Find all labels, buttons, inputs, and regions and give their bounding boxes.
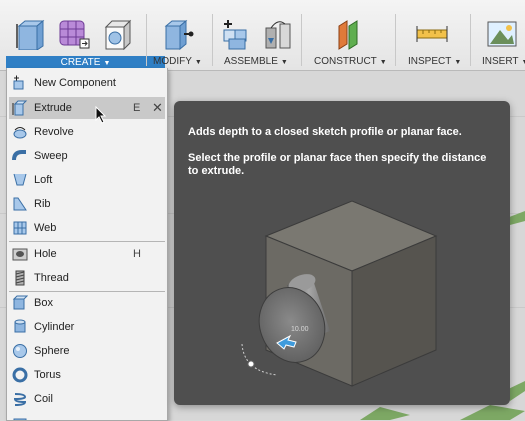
sphere-icon: [12, 343, 28, 359]
menu-item-sphere[interactable]: Sphere: [9, 340, 165, 362]
toolbar-separator: [146, 14, 147, 66]
hole-icon: [12, 246, 28, 262]
extrude-tool-icon[interactable]: [15, 18, 47, 55]
modify-group: MODIFY▼: [150, 0, 210, 70]
dimension-readout: 10.00: [291, 326, 309, 333]
menu-item-loft[interactable]: Loft: [9, 169, 165, 191]
tooltip-instructions: Select the profile or planar face then s…: [188, 152, 488, 178]
menu-item-label: Sweep: [34, 145, 68, 167]
assemble-group: ASSEMBLE▼: [214, 0, 300, 70]
toolbar-separator: [395, 14, 396, 66]
coil-icon: [12, 391, 28, 407]
menu-item-box[interactable]: Box: [9, 292, 165, 314]
construct-group: CONSTRUCT▼: [303, 0, 393, 70]
caret-down-icon: ▼: [454, 59, 461, 66]
menu-item-web[interactable]: Web: [9, 217, 165, 239]
thread-icon: [12, 270, 28, 286]
menu-item-revolve[interactable]: Revolve: [9, 121, 165, 143]
assemble-label: ASSEMBLE: [224, 56, 278, 67]
caret-down-icon: ▼: [103, 60, 110, 67]
offset-plane-icon[interactable]: [333, 18, 365, 55]
sweep-icon: [12, 148, 28, 164]
inspect-group: INSPECT▼: [397, 0, 467, 70]
inspect-label: INSPECT: [408, 56, 451, 67]
menu-item-hole[interactable]: Hole H: [9, 243, 165, 265]
revolve-icon: [12, 124, 28, 140]
menu-item-extrude[interactable]: Extrude E ✕: [9, 97, 165, 119]
menu-item-label: Web: [34, 217, 56, 239]
extrude-illustration: 10.00: [232, 199, 442, 399]
menu-item-label: New Component: [34, 72, 116, 94]
new-component-tool-icon[interactable]: [220, 18, 252, 55]
construct-label: CONSTRUCT: [314, 56, 377, 67]
rib-icon: [12, 196, 28, 212]
toolbar: CREATE▼ MODIFY▼: [0, 0, 525, 71]
menu-item-label: Sphere: [34, 340, 69, 362]
menu-item-cylinder[interactable]: Cylinder: [9, 316, 165, 338]
assemble-menu-button[interactable]: ASSEMBLE▼: [224, 56, 288, 68]
menu-item-label: Thread: [34, 267, 69, 289]
create-dropdown-menu: New Component Extrude E ✕ Revolve Sweep …: [6, 68, 168, 421]
menu-item-coil[interactable]: Coil: [9, 388, 165, 410]
menu-item-label: Rib: [34, 193, 51, 215]
caret-down-icon: ▼: [195, 59, 202, 66]
menu-item-label: Cylinder: [34, 316, 74, 338]
caret-down-icon: ▼: [522, 59, 525, 66]
create-primitive-icon[interactable]: [102, 18, 134, 55]
press-pull-icon[interactable]: [162, 18, 194, 55]
shortcut-key: H: [133, 243, 141, 265]
caret-down-icon: ▼: [380, 59, 387, 66]
toolbar-separator: [470, 14, 471, 66]
cylinder-icon: [12, 319, 28, 335]
new-component-icon: [12, 75, 28, 91]
measure-icon[interactable]: [415, 18, 449, 55]
mouse-cursor-icon: [95, 106, 107, 124]
menu-item-label: Coil: [34, 388, 53, 410]
modify-menu-button[interactable]: MODIFY▼: [153, 56, 202, 68]
extrude-icon: [12, 100, 28, 116]
create-label: CREATE: [61, 57, 101, 68]
torus-icon: [12, 367, 28, 383]
toolbar-separator: [301, 14, 302, 66]
modify-label: MODIFY: [153, 56, 192, 67]
insert-label: INSERT: [482, 56, 519, 67]
menu-item-label: Loft: [34, 169, 52, 191]
box-icon: [12, 295, 28, 311]
menu-item-sweep[interactable]: Sweep: [9, 145, 165, 167]
close-icon[interactable]: ✕: [152, 97, 163, 119]
menu-item-label: Revolve: [34, 121, 74, 143]
menu-separator: [9, 241, 165, 242]
tooltip-description: Adds depth to a closed sketch profile or…: [188, 126, 488, 139]
menu-item-label: Torus: [34, 364, 61, 386]
inspect-menu-button[interactable]: INSPECT▼: [408, 56, 461, 68]
create-group: CREATE▼: [0, 0, 166, 70]
insert-group: INSERT▼: [472, 0, 525, 70]
construct-menu-button[interactable]: CONSTRUCT▼: [314, 56, 387, 68]
insert-menu-button[interactable]: INSERT▼: [482, 56, 525, 68]
web-icon: [12, 220, 28, 236]
menu-item-rib[interactable]: Rib: [9, 193, 165, 215]
form-tool-icon[interactable]: [57, 18, 91, 55]
menu-item-thread[interactable]: Thread: [9, 267, 165, 289]
insert-image-icon[interactable]: [486, 18, 518, 55]
caret-down-icon: ▼: [281, 59, 288, 66]
extrude-tooltip: Adds depth to a closed sketch profile or…: [174, 101, 510, 405]
menu-item-label: Box: [34, 292, 53, 314]
menu-item-label: Extrude: [34, 97, 72, 119]
menu-item-torus[interactable]: Torus: [9, 364, 165, 386]
joint-tool-icon[interactable]: [262, 18, 294, 55]
menu-item-next-partial: [9, 412, 165, 420]
menu-item-new-component[interactable]: New Component: [9, 72, 165, 94]
pipe-icon: [12, 415, 28, 420]
shortcut-key: E: [133, 97, 140, 119]
menu-item-label: Hole: [34, 243, 57, 265]
toolbar-separator: [212, 14, 213, 66]
loft-icon: [12, 172, 28, 188]
